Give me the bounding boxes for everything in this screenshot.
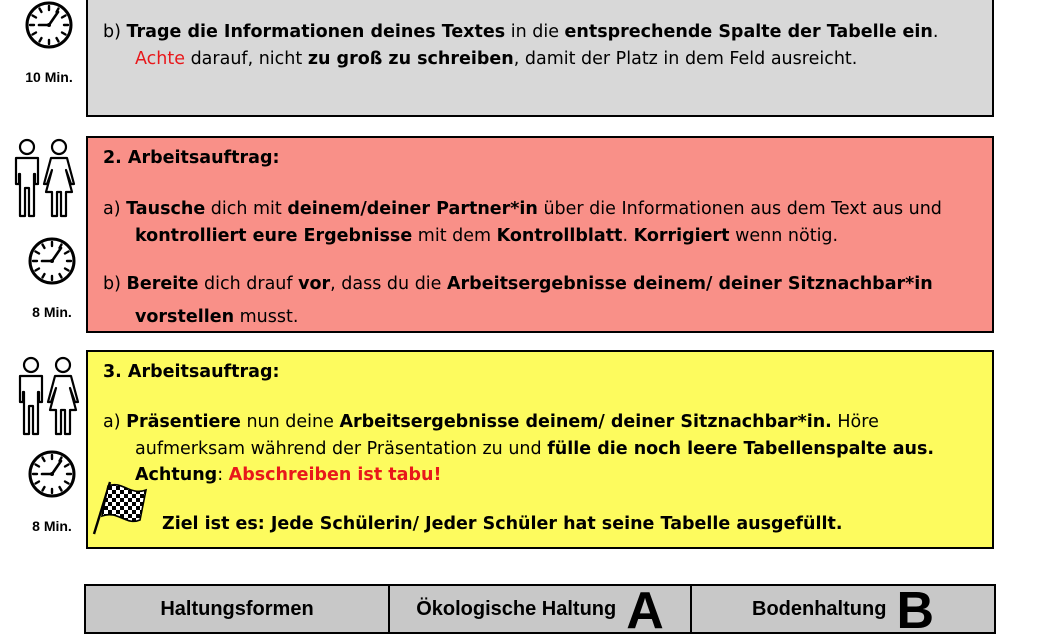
text-segment: über die Informationen aus dem Text aus … [537,199,942,219]
text-segment: musst. [234,307,299,327]
task2-b-1: b) Bereite dich drauf vor, dass du die A… [103,270,933,298]
text-segment: Trage die Informationen deines Textes [126,22,506,42]
table-header-col3-label: Bodenhaltung [752,598,887,620]
table-header-col2-letter: A [626,582,664,640]
text-segment: dich mit [205,199,288,219]
text-segment: b) [103,22,127,42]
text-segment: Tausche [126,199,206,219]
text-segment: deinem/deiner Partner*in [287,199,538,219]
text-segment: Achte [135,49,186,69]
table-header-col3-letter: B [896,582,934,640]
text-segment: Präsentiere [126,412,241,432]
task3-a-3: Achtung: Abschreiben ist tabu! [135,461,441,489]
text-segment: nun deine [240,412,340,432]
text-segment: Abschreiben ist tabu! [228,465,442,485]
text-segment: , dass du die [330,274,447,294]
text-segment: a) [103,412,127,432]
text-segment: b) [103,274,127,294]
table-header-oekologische-haltung: Ökologische Haltung A [388,582,692,640]
text-segment: : [217,465,229,485]
partners-icon [10,138,76,218]
text-segment: mit dem [412,226,497,246]
text-segment: Höre [831,412,879,432]
text-segment: , damit der Platz in dem Feld ausreicht. [513,49,858,69]
text-segment: zu groß zu schreiben [307,49,514,69]
text-segment: . [932,22,939,42]
text-segment: . [622,226,634,246]
task1-line-b-1: b) Trage die Informationen deines Textes… [103,18,938,46]
text-segment: Arbeitsergebnisse deinem/ deiner Sitznac… [339,412,832,432]
table-header-bodenhaltung: Bodenhaltung B [690,582,996,640]
table-header-haltungsformen: Haltungsformen [84,584,390,634]
text-segment: Kontrollblatt [496,226,623,246]
clock-icon [27,236,77,286]
table-header-col1-label: Haltungsformen [160,598,314,620]
task3-a-2: aufmerksam während der Präsentation zu u… [135,435,934,463]
task3-time: 8 Min. [32,518,72,534]
text-segment: Arbeitsauftrag: [127,148,280,168]
text-segment: Arbeitsauftrag: [127,362,280,382]
task3-goal: Ziel ist es: Jede Schülerin/ Jeder Schül… [162,514,843,534]
text-segment: darauf, nicht [185,49,308,69]
partners-icon [14,356,80,436]
task1-line-b-2: Achte darauf, nicht zu groß zu schreiben… [135,45,857,73]
text-segment: aufmerksam während der Präsentation zu u… [135,439,548,459]
clock-icon [27,449,77,499]
text-segment: a) [103,199,127,219]
text-segment: dich drauf [198,274,299,294]
text-segment: Achtung [135,465,218,485]
text-segment: 3. [103,362,128,382]
text-segment: wenn nötig. [729,226,839,246]
task2-a-2: kontrolliert eure Ergebnisse mit dem Kon… [135,222,838,250]
table-header-col2-label: Ökologische Haltung [416,598,617,620]
task2-time: 8 Min. [32,304,72,320]
text-segment: entsprechende Spalte der Tabelle ein [564,22,933,42]
task2-b-2: vorstellen musst. [135,303,298,331]
clock-icon [24,0,74,50]
text-segment: fülle die noch leere Tabellenspalte aus. [547,439,935,459]
text-segment: Arbeitsergebnisse deinem/ deiner Sitznac… [447,274,933,294]
text-segment: kontrolliert eure Ergebnisse [135,226,413,246]
text-segment: Korrigiert [633,226,730,246]
task2-heading: 2. Arbeitsauftrag: [103,144,279,172]
text-segment: 2. [103,148,128,168]
text-segment: vor [298,274,331,294]
text-segment: vorstellen [135,307,235,327]
task2-a-1: a) Tausche dich mit deinem/deiner Partne… [103,195,942,223]
task3-heading: 3. Arbeitsauftrag: [103,358,279,386]
text-segment: Bereite [126,274,199,294]
task3-a-1: a) Präsentiere nun deine Arbeitsergebnis… [103,408,879,436]
task1-time: 10 Min. [25,69,73,85]
text-segment: in die [505,22,565,42]
